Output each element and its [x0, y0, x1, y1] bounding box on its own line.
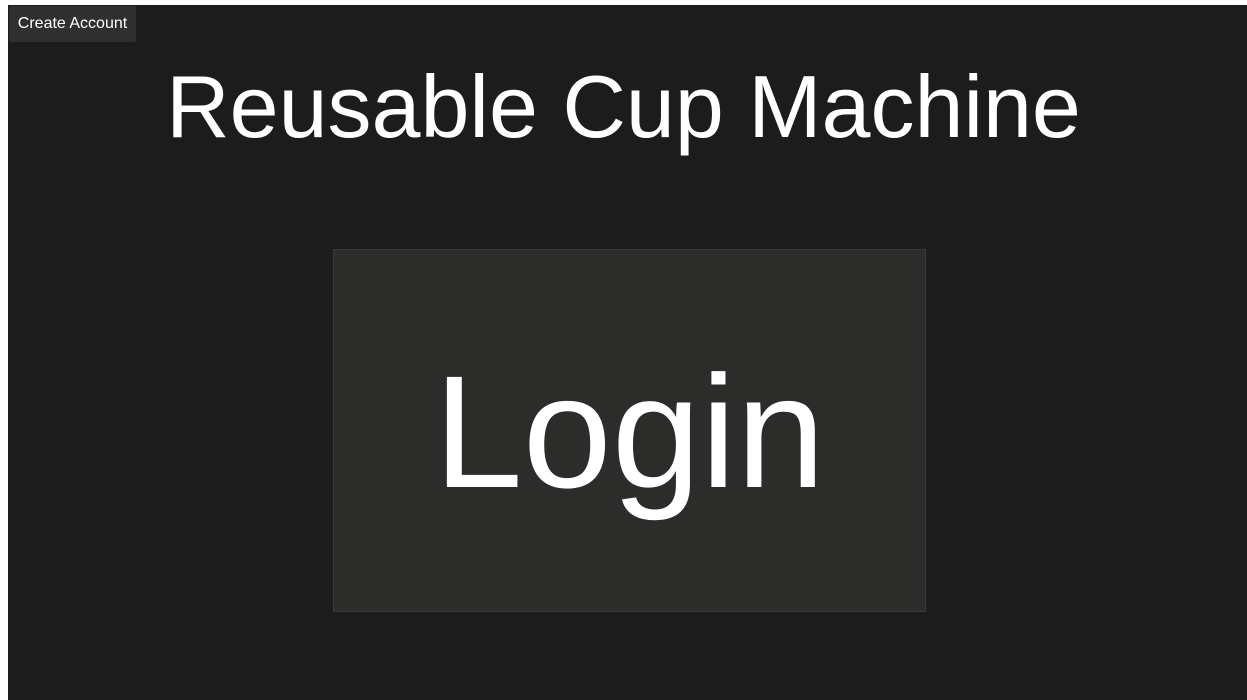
create-account-button[interactable]: Create Account — [9, 6, 136, 42]
app-window: Create Account Reusable Cup Machine Logi… — [8, 5, 1247, 700]
login-button[interactable]: Login — [333, 249, 926, 612]
page-title: Reusable Cup Machine — [166, 57, 1081, 156]
